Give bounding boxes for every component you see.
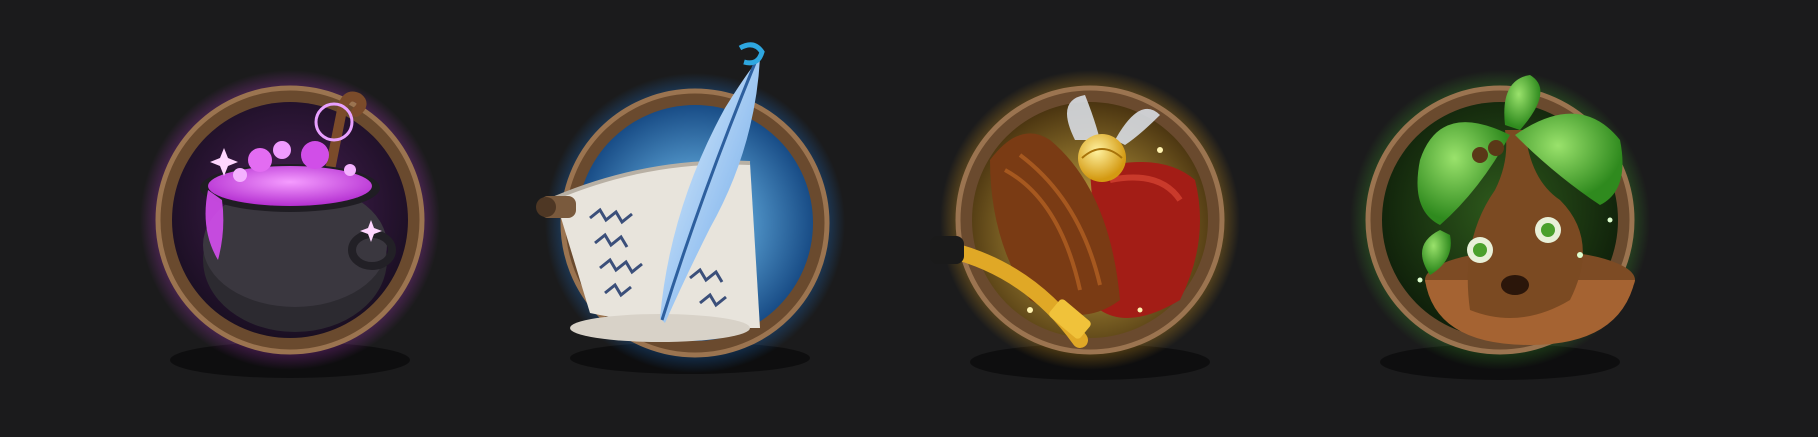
quidditch-badge[interactable] [910,40,1270,400]
mandrake-icon [1350,70,1650,380]
quill-scroll-icon [536,42,845,374]
broom-snitch-icon [930,70,1240,380]
badge-gallery [0,0,1818,437]
scroll-badge[interactable] [510,28,870,388]
herbology-badge[interactable] [1320,40,1680,400]
cauldron-icon [140,70,440,378]
potions-badge[interactable] [110,40,470,400]
